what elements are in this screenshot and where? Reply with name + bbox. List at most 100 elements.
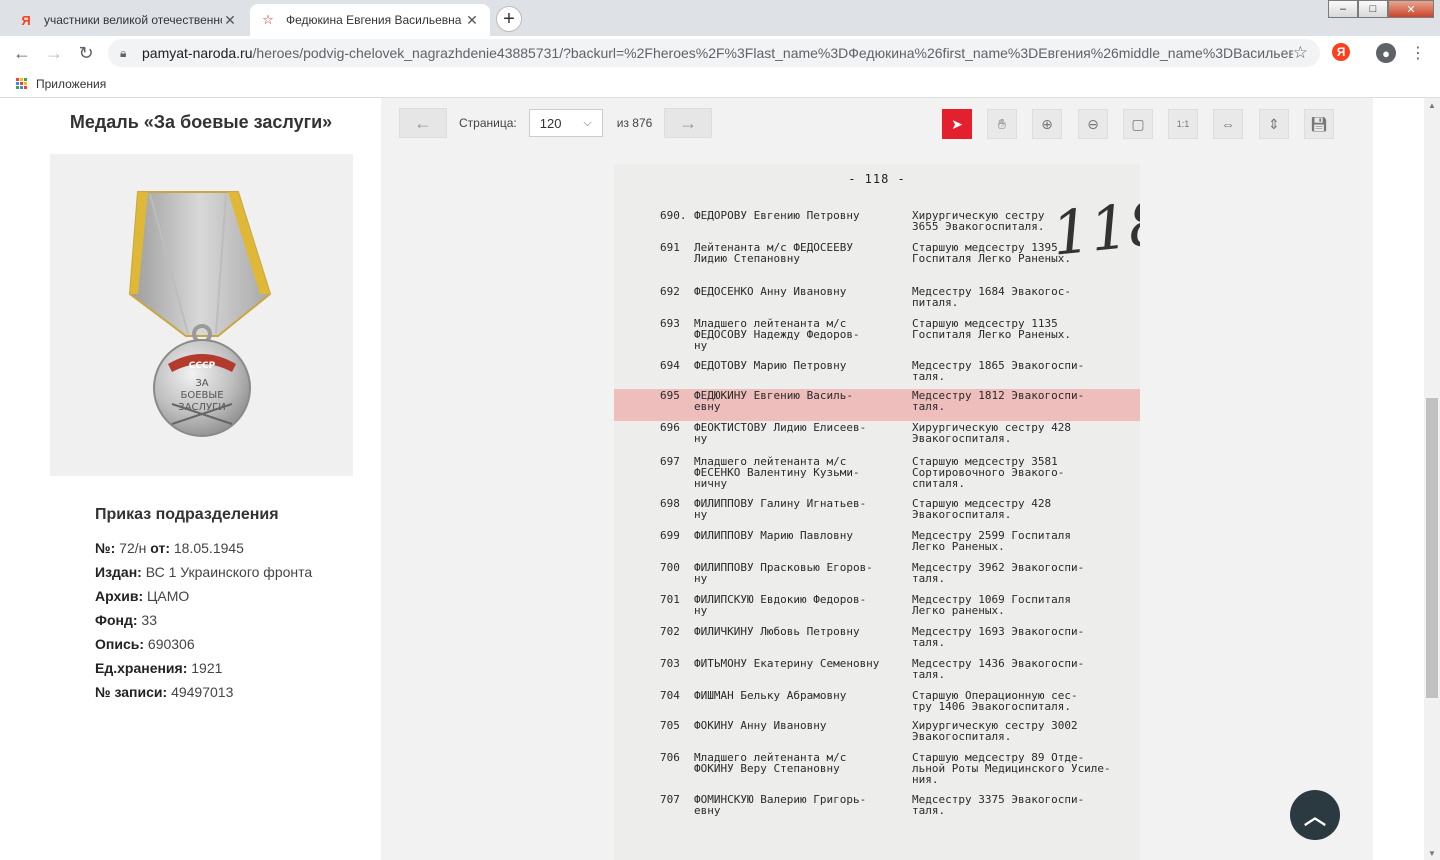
record-post: Медсестру 1436 Эвакогоспи- таля.	[912, 657, 1085, 681]
record-post: Старшую медсестру 428 Эвакогоспиталя.	[912, 497, 1052, 521]
record-name: ФЕДОСЕНКО Анну Ивановну	[694, 285, 847, 298]
scroll-down-icon[interactable]: ▼	[1424, 846, 1440, 860]
award-title: Медаль «За боевые заслуги»	[69, 112, 333, 132]
minimize-button[interactable]: –	[1328, 0, 1358, 18]
inventory-row: Опись: 690306	[95, 632, 375, 656]
page-scrollbar[interactable]: ▲ ▼	[1424, 98, 1440, 860]
chevron-down-icon: ⌵	[583, 116, 592, 129]
record-post: Медсестру 3962 Эвакогоспи- таля.	[912, 561, 1085, 585]
hand-icon[interactable]: ✋︎	[987, 109, 1017, 139]
record-name: ФИТЬМОНУ Екатерину Семеновну	[694, 657, 880, 670]
scroll-up-icon[interactable]: ▲	[1424, 98, 1440, 112]
maximize-button[interactable]: □	[1358, 0, 1388, 18]
url-host: pamyat-naroda.ru	[142, 45, 253, 61]
record-number: 690.	[660, 209, 687, 222]
record-post: Старшую медсестру 3581 Сортировочного Эв…	[912, 455, 1065, 490]
record-number: 697	[660, 455, 680, 468]
field-value: 18.05.1945	[173, 540, 244, 556]
reload-icon[interactable]: ↻	[74, 42, 98, 64]
record-number: 704	[660, 689, 680, 702]
save-icon[interactable]: 💾︎	[1304, 109, 1334, 139]
scan-page-number: - 118 -	[848, 172, 906, 186]
record-name: ФИЛИППОВУ Марию Павловну	[694, 529, 853, 542]
record-number: 698	[660, 497, 680, 510]
zoom-in-icon[interactable]: ⊕	[1032, 109, 1062, 139]
next-page-button[interactable]: →	[664, 108, 713, 138]
fit-page-icon[interactable]: ▢	[1123, 109, 1153, 139]
order-number-row: №: 72/н от: 18.05.1945	[95, 536, 375, 560]
pointer-icon[interactable]: ➤	[942, 109, 972, 139]
record-number: 694	[660, 359, 680, 372]
fit-height-icon[interactable]: ⇕	[1259, 109, 1289, 139]
field-label: Опись:	[95, 636, 145, 652]
field-value: 1921	[191, 660, 223, 676]
medal-illustration: СССР ЗА БОЕВЫЕ ЗАСЛУГИ	[128, 191, 272, 437]
page-select[interactable]: 120 ⌵	[528, 109, 603, 137]
award-sidebar: Медаль «За боевые заслуги» СССР ЗА БОЕВЫ…	[0, 98, 381, 860]
order-heading: Приказ подразделения	[95, 506, 279, 523]
zoom-out-icon[interactable]: ⊖	[1078, 109, 1108, 139]
document-viewer: ← Страница: 120 ⌵ из 876 → ➤ ✋︎ ⊕ ⊖ ▢ 1:…	[381, 98, 1373, 860]
record-number: 700	[660, 561, 680, 574]
field-label: Фонд:	[95, 612, 138, 628]
record-number: 699	[660, 529, 680, 542]
record-number: 701	[660, 593, 680, 606]
record-name: ФЕДЮКИНУ Евгению Василь- евну	[694, 389, 853, 413]
close-tab-icon[interactable]: ✕	[464, 12, 480, 29]
page-content: Медаль «За боевые заслуги» СССР ЗА БОЕВЫ…	[0, 98, 1440, 860]
close-window-button[interactable]: ✕	[1388, 0, 1434, 18]
record-post: Старшую медсестру 89 Отде- льной Роты Ме…	[912, 751, 1111, 786]
actual-size-icon[interactable]: 1:1	[1168, 109, 1198, 139]
record-name: ФЕДОРОВУ Евгению Петровну	[694, 209, 860, 222]
tab-title: участники великой отечественной	[44, 13, 222, 27]
record-post: Хирургическую сестру 3002 Эвакогоспиталя…	[912, 719, 1078, 743]
tab-search[interactable]: Я участники великой отечественной ✕	[8, 4, 248, 36]
field-label: Ед.хранения:	[95, 660, 188, 676]
medal-image: СССР ЗА БОЕВЫЕ ЗАСЛУГИ	[50, 154, 353, 476]
record-number: 693	[660, 317, 680, 330]
menu-icon[interactable]: ⋮	[1408, 43, 1428, 63]
record-name: ФИЛИППОВУ Галину Игнатьев- ну	[694, 497, 867, 521]
issued-by-row: Издан: ВС 1 Украинского фронта	[95, 560, 375, 584]
lock-icon: 🔒︎	[120, 45, 127, 60]
scrollbar-thumb[interactable]	[1426, 398, 1438, 698]
apps-icon[interactable]	[16, 77, 28, 90]
record-number-row: № записи: 49497013	[95, 680, 375, 704]
new-tab-button[interactable]: +	[496, 6, 522, 32]
archive-scan[interactable]: - 118 - 118 690. ФЕДОРОВУ Евгению Петровн…	[614, 164, 1140, 860]
record-name: Лейтенанта м/с ФЕДОСЕЕВУ Лидию Степановн…	[694, 241, 853, 265]
record-number: 691	[660, 241, 680, 254]
record-name: ФИЛИППОВУ Прасковью Егоров- ну	[694, 561, 873, 585]
scroll-to-top-button[interactable]: ︿	[1290, 790, 1340, 840]
record-name: ФИШМАН Бельку Абрамовну	[694, 689, 847, 702]
record-name: ФОМИНСКУЮ Валерию Григорь- евну	[694, 793, 867, 817]
record-post: Хирургическую сестру 428 Эвакогоспиталя.	[912, 421, 1071, 445]
order-info: Приказ подразделения №: 72/н от: 18.05.1…	[95, 506, 375, 704]
fit-width-icon[interactable]: ⇔	[1213, 109, 1243, 139]
url-text: pamyat-naroda.ru/heroes/podvig-chelovek_…	[142, 45, 1293, 61]
record-post: Старшую медсестру 1135 Госпиталя Легко Р…	[912, 317, 1071, 341]
record-name: ФИЛИПСКУЮ Евдокию Федоров- ну	[694, 593, 867, 617]
prev-page-button[interactable]: ←	[399, 108, 447, 138]
page-label: Страница:	[459, 116, 517, 130]
field-label: Архив:	[95, 588, 144, 604]
tab-hero[interactable]: ☆ Федюкина Евгения Васильевна ✕	[250, 4, 490, 36]
field-value: 690306	[147, 636, 195, 652]
medal-text-line: ЗА	[195, 378, 208, 389]
medal-text-ussr: СССР	[189, 361, 216, 371]
back-icon[interactable]: ←	[10, 42, 34, 64]
apps-bookmark-label[interactable]: Приложения	[36, 77, 106, 91]
storage-unit-row: Ед.хранения: 1921	[95, 656, 375, 680]
close-tab-icon[interactable]: ✕	[222, 12, 238, 29]
address-bar[interactable]: 🔒︎ pamyat-naroda.ru/heroes/podvig-chelov…	[108, 39, 1320, 67]
bookmark-star-icon[interactable]: ☆	[1293, 43, 1308, 63]
forward-icon[interactable]: →	[42, 42, 66, 64]
yandex-extension-icon[interactable]: Я	[1332, 43, 1350, 61]
star-favicon-icon: ☆	[262, 12, 274, 27]
browser-toolbar: ← → ↻ 🔒︎ pamyat-naroda.ru/heroes/podvig-…	[0, 36, 1440, 70]
tab-strip: Я участники великой отечественной ✕ ☆ Фе…	[0, 0, 1440, 36]
record-post: Медсестру 1693 Эвакогоспи- таля.	[912, 625, 1085, 649]
record-name: ФЕДОТОВУ Марию Петровну	[694, 359, 847, 372]
account-icon[interactable]: ●	[1376, 43, 1396, 63]
field-label: № записи:	[95, 684, 168, 700]
